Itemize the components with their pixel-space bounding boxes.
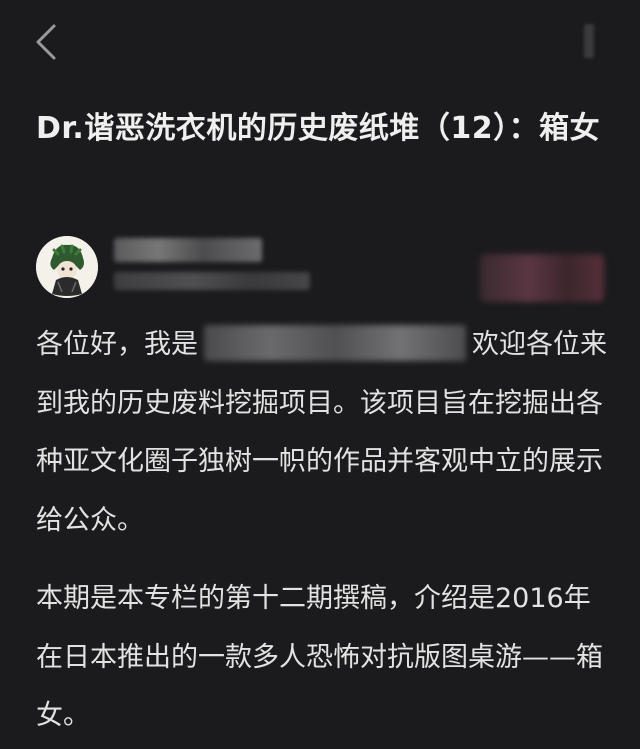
author-name[interactable] bbox=[114, 238, 262, 262]
chevron-left-icon bbox=[36, 24, 56, 60]
intro-text-start: 各位好，我是 bbox=[36, 329, 198, 360]
author-meta bbox=[114, 272, 310, 290]
intro-paragraph: 各位好，我是 欢迎各位来到我的历史废料挖掘项目。该项目旨在挖掘出各种亚文化圈子独树… bbox=[36, 316, 608, 550]
avatar[interactable] bbox=[36, 236, 98, 298]
more-button[interactable] bbox=[584, 24, 598, 60]
body-paragraph: 本期是本专栏的第十二期撰稿，介绍是2016年在日本推出的一款多人恐怖对抗版图桌游… bbox=[36, 583, 603, 731]
top-bar bbox=[0, 0, 640, 84]
article-title: Dr.谐恶洗衣机的历史废纸堆（12）：箱女 bbox=[36, 111, 601, 146]
author-row bbox=[0, 228, 640, 308]
back-button[interactable] bbox=[28, 20, 68, 64]
avatar-illustration bbox=[36, 236, 98, 298]
more-vertical-icon bbox=[584, 24, 594, 58]
follow-button[interactable] bbox=[480, 254, 604, 302]
redacted-author-name bbox=[204, 325, 466, 361]
